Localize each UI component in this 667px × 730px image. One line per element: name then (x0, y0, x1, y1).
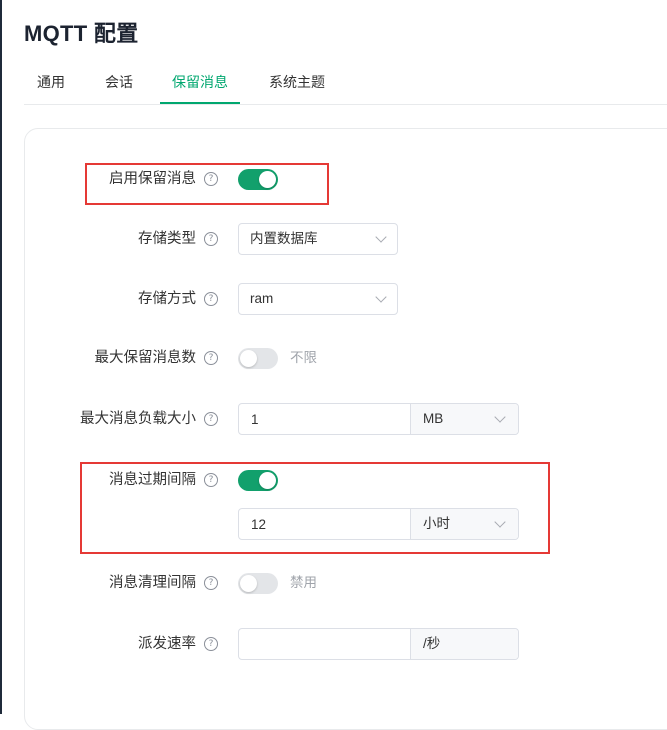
tab-general[interactable]: 通用 (36, 66, 66, 102)
chevron-down-icon (375, 231, 387, 243)
expiry-interval-toggle[interactable] (238, 470, 278, 491)
row-max-retained: 最大保留消息数 ? 不限 (0, 342, 667, 374)
expiry-interval-label: 消息过期间隔 (109, 472, 196, 488)
enable-retained-label: 启用保留消息 (109, 171, 196, 187)
dispatch-rate-input-group: /秒 (238, 628, 519, 660)
row-dispatch-rate: 派发速率 ? /秒 (0, 628, 667, 660)
storage-mode-value: ram (250, 291, 274, 306)
expiry-interval-input-group: 小时 (238, 508, 519, 540)
storage-type-select[interactable]: 内置数据库 (238, 223, 398, 255)
max-payload-unit: MB (423, 411, 444, 426)
max-payload-input[interactable] (239, 404, 410, 434)
toggle-knob (240, 575, 257, 592)
help-icon[interactable]: ? (204, 473, 218, 487)
max-payload-label: 最大消息负载大小 (80, 411, 196, 427)
tab-session[interactable]: 会话 (104, 66, 134, 102)
dispatch-rate-label: 派发速率 (138, 636, 196, 652)
row-storage-type: 存储类型 ? 内置数据库 (0, 223, 667, 255)
row-clean-interval: 消息清理间隔 ? 禁用 (0, 567, 667, 599)
dispatch-rate-unit-text: /秒 (423, 636, 441, 651)
enable-retained-toggle[interactable] (238, 169, 278, 190)
help-icon[interactable]: ? (204, 576, 218, 590)
row-enable-retained: 启用保留消息 ? (0, 163, 667, 195)
help-icon[interactable]: ? (204, 292, 218, 306)
help-icon[interactable]: ? (204, 232, 218, 246)
toggle-knob (240, 350, 257, 367)
chevron-down-icon (494, 516, 506, 528)
help-icon[interactable]: ? (204, 637, 218, 651)
max-payload-unit-select[interactable]: MB (411, 404, 518, 434)
chevron-down-icon (375, 291, 387, 303)
max-payload-input-group: MB (238, 403, 519, 435)
storage-type-label: 存储类型 (138, 231, 196, 247)
row-expiry-interval-value: 小时 (0, 508, 667, 540)
help-icon[interactable]: ? (204, 351, 218, 365)
tab-bar: 通用 会话 保留消息 系统主题 (24, 66, 667, 105)
max-retained-toggle[interactable] (238, 348, 278, 369)
toggle-knob (259, 171, 276, 188)
max-retained-status: 不限 (290, 350, 317, 365)
toggle-knob (259, 472, 276, 489)
page-title: MQTT 配置 (24, 21, 139, 46)
chevron-down-icon (494, 411, 506, 423)
clean-interval-label: 消息清理间隔 (109, 575, 196, 591)
help-icon[interactable]: ? (204, 172, 218, 186)
row-max-payload: 最大消息负载大小 ? MB (0, 403, 667, 435)
expiry-interval-unit: 小时 (423, 516, 450, 531)
expiry-interval-unit-select[interactable]: 小时 (411, 509, 518, 539)
row-storage-mode: 存储方式 ? ram (0, 283, 667, 315)
help-icon[interactable]: ? (204, 412, 218, 426)
max-retained-label: 最大保留消息数 (94, 350, 197, 366)
tab-retained-messages[interactable]: 保留消息 (160, 66, 240, 104)
tab-system-topics[interactable]: 系统主题 (266, 66, 328, 102)
clean-interval-toggle[interactable] (238, 573, 278, 594)
row-expiry-interval: 消息过期间隔 ? (0, 464, 667, 496)
storage-mode-label: 存储方式 (138, 291, 196, 307)
storage-type-value: 内置数据库 (250, 231, 318, 246)
expiry-interval-input[interactable] (239, 509, 410, 539)
dispatch-rate-input[interactable] (239, 629, 410, 659)
clean-interval-status: 禁用 (290, 575, 317, 590)
storage-mode-select[interactable]: ram (238, 283, 398, 315)
dispatch-rate-unit: /秒 (411, 629, 518, 659)
